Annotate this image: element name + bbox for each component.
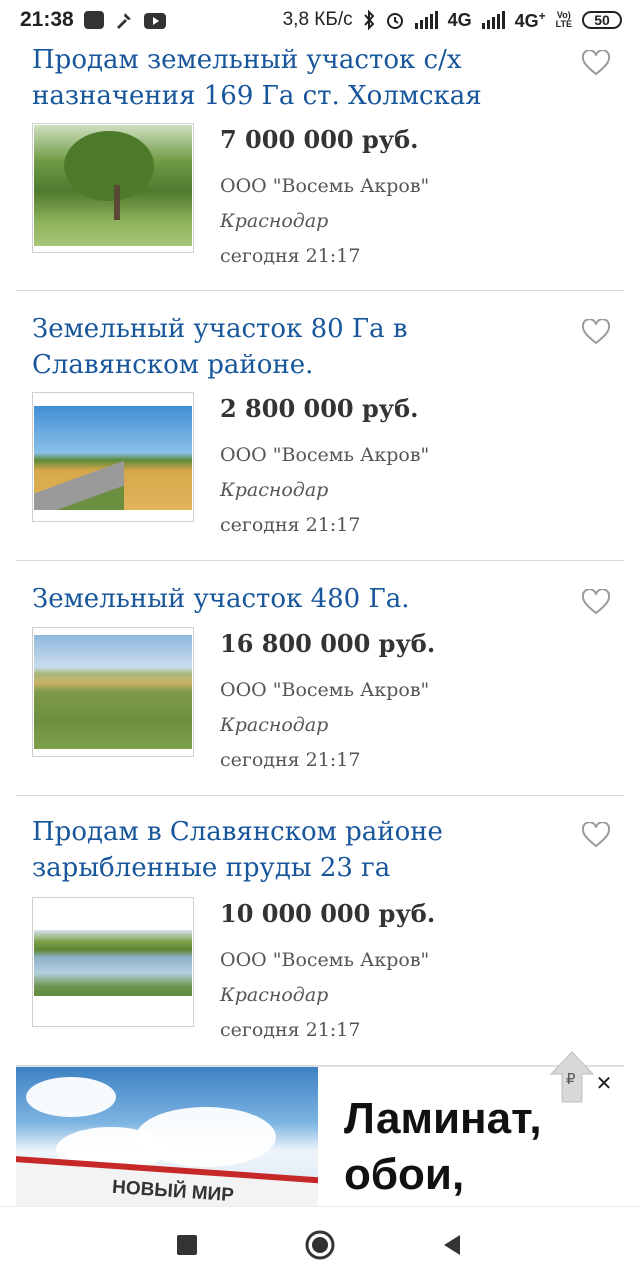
bluetooth-icon <box>363 9 375 31</box>
system-nav-bar <box>0 1206 640 1281</box>
listing-date: сегодня 21:17 <box>220 749 361 771</box>
net-speed: 3,8 КБ/с <box>282 9 353 30</box>
network-4g-plus-text: 4G <box>514 10 539 31</box>
listing-title[interactable]: Земельный участок 80 Га в Славянском рай… <box>32 311 562 383</box>
listing-title[interactable]: Продам в Славянском районе зарыбленные п… <box>32 814 562 886</box>
ad-image[interactable]: НОВЫЙ МИР <box>16 1067 318 1207</box>
alarm-icon <box>385 10 405 30</box>
status-bar: 21:38 3,8 КБ/с 4G 4G+ Vo) LTE 50 <box>0 0 640 40</box>
listing-card[interactable]: Продам земельный участок с/х назначения … <box>16 40 624 291</box>
listing-price: 2 800 000 руб. <box>220 394 419 423</box>
back-triangle-icon <box>444 1235 460 1255</box>
message-icon <box>83 11 104 29</box>
favorite-heart-icon[interactable] <box>581 49 611 76</box>
favorite-heart-icon[interactable] <box>581 588 611 615</box>
ruble-symbol: ₽ <box>566 1070 576 1088</box>
battery-icon: 50 <box>582 11 622 29</box>
listing-card[interactable]: Продам в Славянском районе зарыбленные п… <box>16 796 624 1066</box>
listing-card[interactable]: Земельный участок 480 Га. 16 800 000 руб… <box>16 561 624 796</box>
listing-seller: ООО "Восемь Акров" <box>220 444 430 466</box>
square-icon <box>177 1235 197 1255</box>
ad-banner[interactable]: НОВЫЙ МИР Ламинат, обои, ✕ <box>16 1066 624 1207</box>
listing-photo[interactable] <box>32 392 194 522</box>
listing-feed: Продам земельный участок с/х назначения … <box>16 40 624 1066</box>
listing-photo[interactable] <box>32 897 194 1027</box>
network-4g-plus-label: 4G+ <box>515 9 546 32</box>
tools-icon <box>114 10 134 30</box>
listing-seller: ООО "Восемь Акров" <box>220 679 430 701</box>
listing-date: сегодня 21:17 <box>220 1019 361 1041</box>
volte-bottom: LTE <box>555 19 572 29</box>
listing-price: 7 000 000 руб. <box>220 125 419 154</box>
signal-icon <box>414 11 438 29</box>
listing-seller: ООО "Восемь Акров" <box>220 949 430 971</box>
favorite-heart-icon[interactable] <box>581 821 611 848</box>
home-circle-icon <box>305 1230 335 1260</box>
listing-photo[interactable] <box>32 123 194 253</box>
listing-city: Краснодар <box>220 210 329 232</box>
listing-date: сегодня 21:17 <box>220 245 361 267</box>
volte-icon: Vo) LTE <box>556 11 572 29</box>
listing-price: 10 000 000 руб. <box>220 899 436 928</box>
back-button[interactable] <box>436 1229 468 1261</box>
network-plus-sup: + <box>538 8 546 23</box>
favorite-heart-icon[interactable] <box>581 318 611 345</box>
status-time: 21:38 <box>20 8 74 31</box>
listing-seller: ООО "Восемь Акров" <box>220 175 430 197</box>
listing-city: Краснодар <box>220 984 329 1006</box>
ad-close-icon[interactable]: ✕ <box>592 1071 616 1095</box>
youtube-icon <box>143 12 166 29</box>
listing-card[interactable]: Земельный участок 80 Га в Славянском рай… <box>16 291 624 561</box>
signal-icon-2 <box>481 11 505 29</box>
network-4g-label: 4G <box>447 9 472 30</box>
listing-city: Краснодар <box>220 479 329 501</box>
listing-city: Краснодар <box>220 714 329 736</box>
battery-level: 50 <box>594 12 610 28</box>
recent-apps-button[interactable] <box>171 1229 203 1261</box>
listing-photo[interactable] <box>32 627 194 757</box>
listing-date: сегодня 21:17 <box>220 514 361 536</box>
scroll-up-arrow-icon[interactable]: ₽ <box>549 1050 595 1106</box>
listing-title[interactable]: Продам земельный участок с/х назначения … <box>32 42 562 114</box>
listing-title[interactable]: Земельный участок 480 Га. <box>32 581 562 617</box>
listing-price: 16 800 000 руб. <box>220 629 436 658</box>
ad-headline[interactable]: Ламинат, обои, <box>344 1091 614 1203</box>
home-button[interactable] <box>304 1229 336 1261</box>
